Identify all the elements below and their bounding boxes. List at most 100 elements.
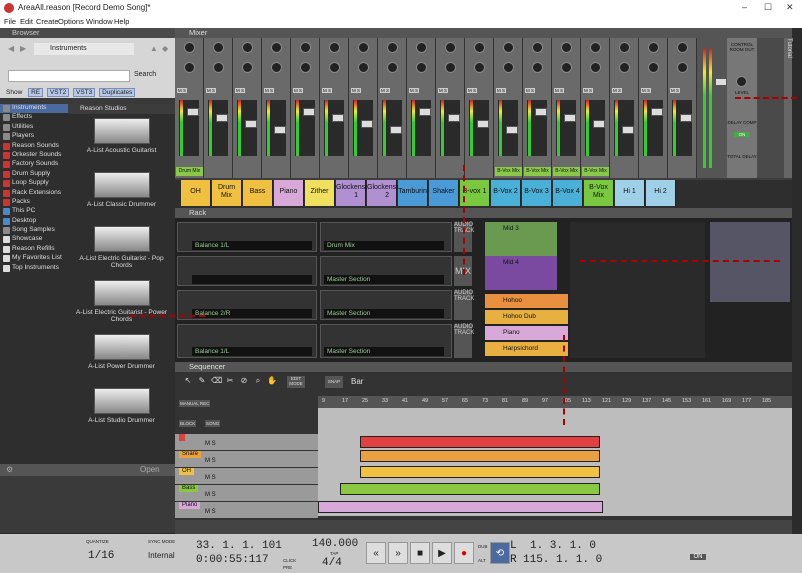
patch-item[interactable]: A-List Power Drummer (68, 334, 175, 370)
master-fader[interactable] (715, 78, 727, 86)
audio-device[interactable]: Master Section (320, 290, 452, 320)
filter-vst3[interactable]: VST3 (73, 88, 96, 97)
location-item[interactable]: Orkester Sounds (0, 151, 68, 160)
track-chip[interactable]: Zither (305, 180, 335, 206)
mute-solo-buttons[interactable]: M S (322, 88, 333, 93)
loop-left-locator[interactable]: 1. 3. 1. 0 (530, 540, 596, 552)
tutorial-tab[interactable]: Tutorial (784, 38, 792, 178)
knob[interactable] (590, 42, 601, 53)
audio-device[interactable]: Drum Mix (320, 222, 452, 252)
ruler[interactable]: 9 17 25 33 41 49 57 65 73 81 89 97 105 113 121 129 137 14… (318, 396, 792, 408)
filter-re[interactable]: RE (28, 88, 44, 97)
song-position-bars[interactable]: 33. 1. 1. 101 (196, 540, 282, 552)
track-chip[interactable]: Piano (274, 180, 304, 206)
filter-vst2[interactable]: VST2 (46, 88, 70, 97)
track-name[interactable]: OH (179, 468, 194, 475)
knob[interactable] (184, 62, 195, 73)
mix-channel-device[interactable] (177, 256, 317, 286)
channel-name-label[interactable]: Drum Mix (176, 167, 203, 176)
mute-solo-buttons[interactable]: M S (205, 441, 216, 447)
maximize-button[interactable]: ☐ (764, 2, 772, 13)
snap-button[interactable]: SNAP (325, 376, 343, 388)
mute-solo-buttons[interactable]: M S (554, 88, 565, 93)
mute-solo-buttons[interactable]: M S (670, 88, 681, 93)
track-name[interactable]: Snare (179, 451, 202, 458)
track-chip[interactable]: Shaker (429, 180, 459, 206)
knob[interactable] (619, 42, 630, 53)
audio-device[interactable]: Master Section (320, 256, 452, 286)
knob[interactable] (677, 62, 688, 73)
location-item[interactable]: Song Samples (0, 226, 68, 235)
mute-solo-buttons[interactable]: M S (235, 88, 246, 93)
channel-name-label[interactable]: B-Vox Mix (495, 167, 522, 176)
manual-rec-button[interactable]: MANUAL REC (179, 400, 211, 407)
sync-mode-dropdown[interactable]: Internal (148, 551, 175, 560)
time-signature[interactable]: 4/4 (322, 557, 342, 569)
knob[interactable] (242, 62, 253, 73)
mix-channel-device[interactable]: Balance 1/L (177, 324, 317, 358)
tempo-display[interactable]: 140.000 (312, 538, 358, 550)
edit-mode-button[interactable]: EDIT MODE (287, 376, 305, 388)
knob[interactable] (561, 42, 572, 53)
block-button[interactable]: BLOCK (179, 420, 197, 427)
channel-name-label[interactable]: B-Vox Mix (524, 167, 551, 176)
channel-fader[interactable] (622, 126, 634, 134)
location-item[interactable]: Reason Sounds (0, 142, 68, 151)
clip[interactable] (360, 450, 600, 462)
search-button[interactable]: Search (134, 71, 156, 78)
channel-name-label[interactable]: B-Vox Mix (582, 167, 609, 176)
location-item[interactable]: Utilities (0, 123, 68, 132)
knob[interactable] (648, 42, 659, 53)
location-dropdown[interactable]: Instruments (34, 43, 134, 55)
back-arrow-icon[interactable]: ◀ (8, 44, 18, 54)
channel-fader[interactable] (448, 114, 460, 122)
sequencer-track-header[interactable]: M S (175, 434, 318, 450)
channel-fader[interactable] (419, 108, 431, 116)
sequencer-track-header[interactable]: Bass M S (175, 485, 318, 501)
sequencer-track-header[interactable]: Piano M S (175, 502, 318, 518)
arrangement-area[interactable] (318, 408, 792, 516)
knob[interactable] (561, 62, 572, 73)
mute-solo-buttons[interactable]: M S (205, 475, 216, 481)
clip[interactable] (360, 436, 600, 448)
mute-solo-buttons[interactable]: M S (525, 88, 536, 93)
track-chip[interactable]: Glockenspiel 1 (336, 180, 376, 206)
channel-fader[interactable] (274, 126, 286, 134)
clip[interactable] (318, 501, 603, 513)
location-item[interactable]: Desktop (0, 217, 68, 226)
location-item[interactable]: Rack Extensions (0, 189, 68, 198)
channel-fader[interactable] (593, 120, 605, 128)
song-button[interactable]: SONG (205, 420, 221, 427)
channel-fader[interactable] (390, 126, 402, 134)
location-item[interactable]: This PC (0, 207, 68, 216)
knob[interactable] (358, 42, 369, 53)
gear-icon[interactable]: ⚙ (6, 465, 13, 474)
track-chip[interactable]: B-Vox Mix (584, 180, 614, 206)
close-button[interactable]: ✕ (786, 2, 794, 13)
track-chip[interactable]: B-Vox 4 (553, 180, 583, 206)
location-item[interactable]: Effects (0, 113, 68, 122)
record-button[interactable]: ● (454, 542, 474, 564)
audio-device[interactable]: Master Section (320, 324, 452, 358)
stop-button[interactable]: ■ (410, 542, 430, 564)
knob[interactable] (445, 42, 456, 53)
hand-tool-icon[interactable]: ✋ (267, 376, 277, 386)
fast-forward-button[interactable]: » (388, 542, 408, 564)
location-item[interactable]: Packs (0, 198, 68, 207)
knob[interactable] (213, 62, 224, 73)
knob[interactable] (387, 42, 398, 53)
mute-solo-buttons[interactable]: M S (351, 88, 362, 93)
mute-solo-buttons[interactable]: M S (641, 88, 652, 93)
track-chip[interactable]: Tamburin (398, 180, 428, 206)
mid3-device[interactable]: Mid 3 (485, 222, 557, 256)
track-chip[interactable]: B-Vox 3 (522, 180, 552, 206)
location-item[interactable]: Top Instruments (0, 264, 68, 273)
channel-fader[interactable] (245, 120, 257, 128)
dub-button[interactable]: DUB (478, 544, 488, 549)
location-item[interactable]: Reason Refills (0, 245, 68, 254)
location-item[interactable]: Drum Supply (0, 170, 68, 179)
level-knob[interactable] (736, 76, 747, 87)
mute-solo-buttons[interactable]: M S (177, 88, 188, 93)
magnify-tool-icon[interactable]: ⌕ (253, 376, 263, 386)
mute-solo-buttons[interactable]: M S (438, 88, 449, 93)
